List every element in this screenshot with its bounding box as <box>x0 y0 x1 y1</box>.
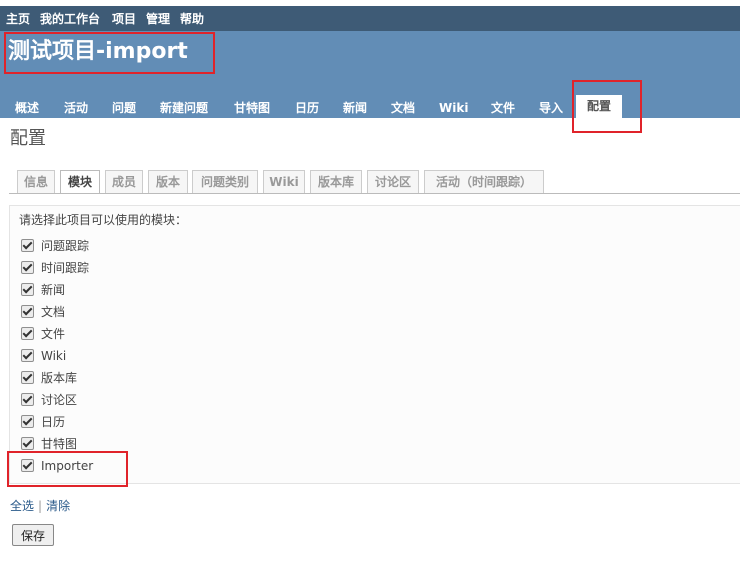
subtab-repositories[interactable]: 版本库 <box>310 170 362 193</box>
module-checkbox[interactable] <box>21 415 34 428</box>
tab-documents[interactable]: 文档 <box>391 101 415 115</box>
modules-legend: 请选择此项目可以使用的模块： <box>19 213 188 227</box>
save-button[interactable]: 保存 <box>12 524 55 546</box>
module-checkbox[interactable] <box>21 261 34 274</box>
subtab-modules[interactable]: 模块 <box>60 170 100 194</box>
module-checkbox[interactable] <box>21 371 34 384</box>
select-all-link[interactable]: 全选 <box>10 499 34 513</box>
module-checkbox[interactable] <box>21 437 34 450</box>
subtab-issue-categories[interactable]: 问题类别 <box>192 170 258 193</box>
tab-gantt[interactable]: 甘特图 <box>234 101 270 115</box>
project-title: 测试项目-import <box>8 39 188 64</box>
top-menu-help[interactable]: 帮助 <box>180 10 204 27</box>
module-documents[interactable]: 文档 <box>21 303 65 321</box>
module-checkbox[interactable] <box>21 393 34 406</box>
module-label: 问题跟踪 <box>41 239 90 253</box>
subtab-versions[interactable]: 版本 <box>148 170 188 193</box>
tab-new-issue[interactable]: 新建问题 <box>160 101 208 115</box>
module-news[interactable]: 新闻 <box>21 281 65 299</box>
link-separator: | <box>38 499 43 513</box>
module-boards[interactable]: 讨论区 <box>21 391 77 409</box>
modules-fieldset: 请选择此项目可以使用的模块： 问题跟踪 时间跟踪 新闻 文档 文件 Wiki 版… <box>9 205 740 484</box>
module-files[interactable]: 文件 <box>21 325 65 343</box>
module-repository[interactable]: 版本库 <box>21 369 77 387</box>
module-label: 文档 <box>41 305 66 319</box>
module-checkbox[interactable] <box>21 327 34 340</box>
module-checkbox[interactable] <box>21 349 34 362</box>
module-checkbox[interactable] <box>21 459 34 472</box>
top-menu-projects[interactable]: 项目 <box>112 10 136 27</box>
module-issue-tracking[interactable]: 问题跟踪 <box>21 237 89 255</box>
tab-overview[interactable]: 概述 <box>15 101 39 115</box>
top-menu-home[interactable]: 主页 <box>6 10 30 27</box>
module-label: Wiki <box>41 349 67 363</box>
top-menu-admin[interactable]: 管理 <box>146 10 170 27</box>
module-wiki[interactable]: Wiki <box>21 347 66 365</box>
top-menu: 主页 我的工作台 项目 管理 帮助 <box>0 6 740 31</box>
module-label: 文件 <box>41 327 66 341</box>
page-title: 配置 <box>10 128 46 149</box>
module-label: 版本库 <box>41 371 78 385</box>
subtab-activity-time-tracking[interactable]: 活动（时间跟踪） <box>424 170 544 193</box>
tab-issues[interactable]: 问题 <box>112 101 136 115</box>
tab-wiki[interactable]: Wiki <box>439 101 468 115</box>
tab-calendar[interactable]: 日历 <box>295 101 319 115</box>
module-checkbox[interactable] <box>21 239 34 252</box>
top-menu-my-page[interactable]: 我的工作台 <box>40 10 100 27</box>
tab-settings[interactable]: 配置 <box>576 95 623 118</box>
module-checkbox[interactable] <box>21 305 34 318</box>
clear-all-link[interactable]: 清除 <box>46 499 70 513</box>
module-label: 讨论区 <box>41 393 78 407</box>
module-time-tracking[interactable]: 时间跟踪 <box>21 259 89 277</box>
tab-files[interactable]: 文件 <box>491 101 515 115</box>
module-importer[interactable]: Importer <box>21 457 93 475</box>
module-calendar[interactable]: 日历 <box>21 413 65 431</box>
tab-activity[interactable]: 活动 <box>64 101 88 115</box>
module-label: 日历 <box>41 415 66 429</box>
module-label: 甘特图 <box>41 437 78 451</box>
subtabs-baseline <box>9 193 740 194</box>
tab-import[interactable]: 导入 <box>539 101 563 115</box>
module-label: 新闻 <box>41 283 66 297</box>
select-links: 全选 | 清除 <box>10 497 70 514</box>
module-label: 时间跟踪 <box>41 261 90 275</box>
project-header: 测试项目-import 概述 活动 问题 新建问题 甘特图 日历 新闻 文档 W… <box>0 31 740 118</box>
subtab-info[interactable]: 信息 <box>17 170 55 193</box>
subtab-wiki[interactable]: Wiki <box>263 170 305 193</box>
tab-news[interactable]: 新闻 <box>343 101 367 115</box>
module-label: Importer <box>41 459 94 473</box>
subtab-boards[interactable]: 讨论区 <box>367 170 419 193</box>
module-checkbox[interactable] <box>21 283 34 296</box>
module-gantt[interactable]: 甘特图 <box>21 435 77 453</box>
subtab-members[interactable]: 成员 <box>105 170 143 193</box>
